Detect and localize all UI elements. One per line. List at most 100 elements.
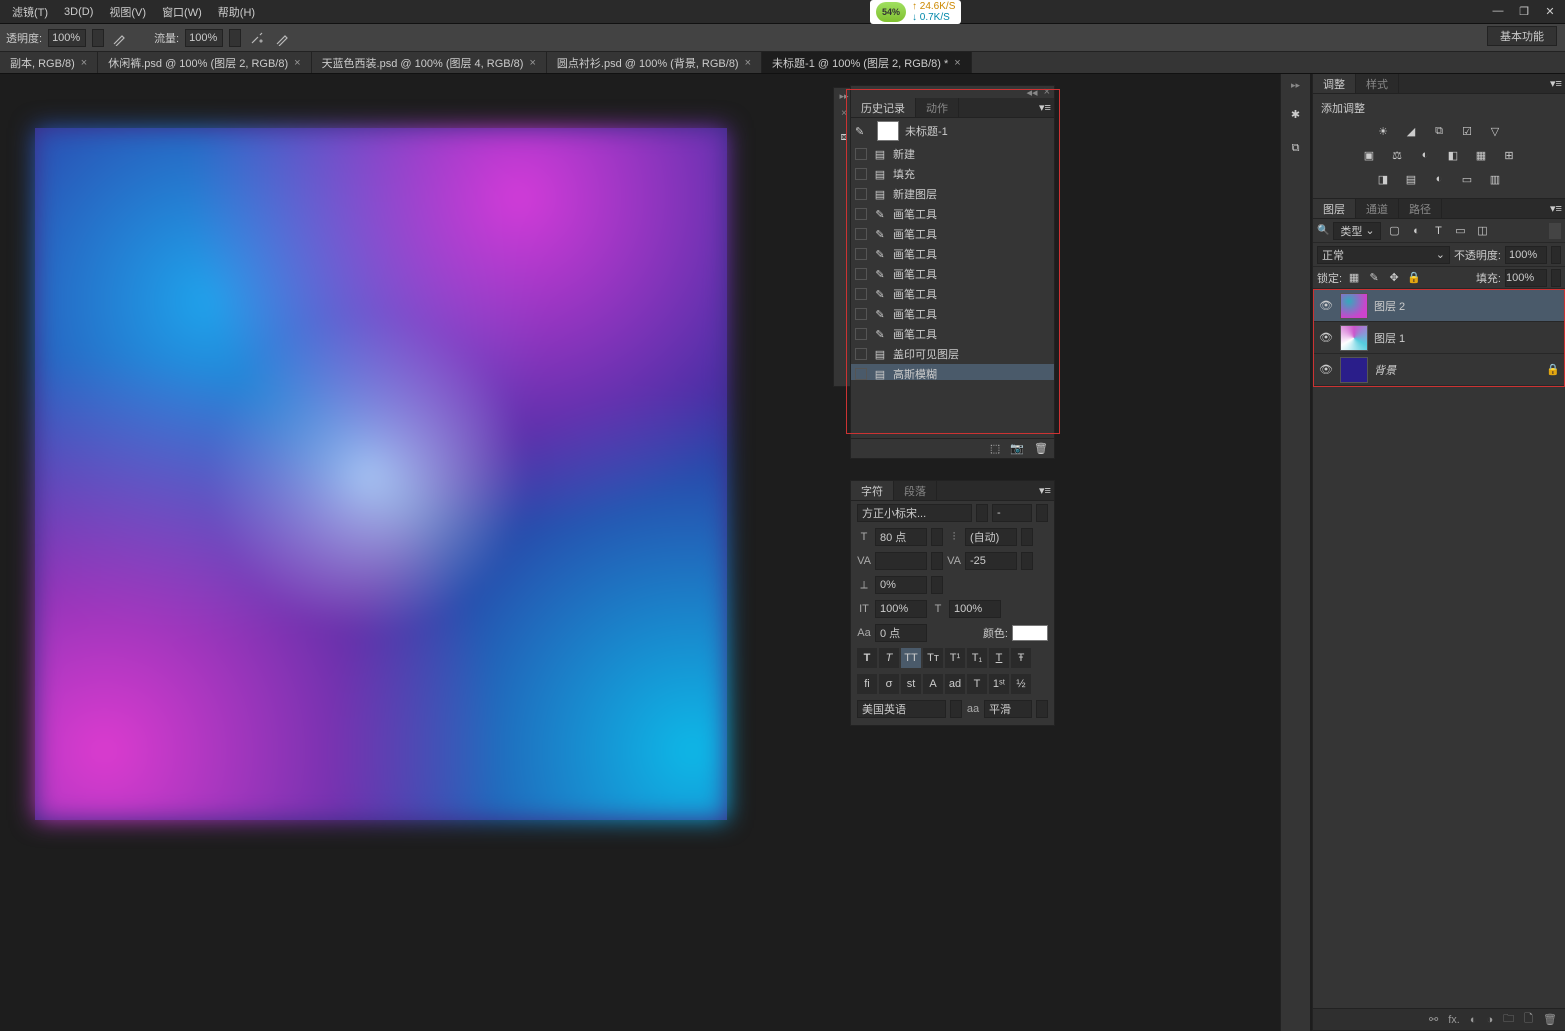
maximize-button[interactable]: ❐ xyxy=(1513,2,1535,20)
doc-tab-4[interactable]: 未标题-1 @ 100% (图层 2, RGB/8) *× xyxy=(762,52,972,73)
allcaps-button[interactable]: TT xyxy=(901,648,921,668)
underline-button[interactable]: T xyxy=(989,648,1009,668)
new-snapshot-icon[interactable]: ⬚ xyxy=(990,442,1000,455)
visibility-icon[interactable]: 👁 xyxy=(1318,363,1334,376)
filter-shape-icon[interactable]: ▭ xyxy=(1451,222,1469,240)
close-button[interactable]: ✕ xyxy=(1539,2,1561,20)
create-document-icon[interactable]: 📷 xyxy=(1010,442,1024,455)
balance-icon[interactable]: ⚖ xyxy=(1388,146,1406,164)
filter-smart-icon[interactable]: ◫ xyxy=(1473,222,1491,240)
opacity-input[interactable] xyxy=(48,29,86,47)
fill-input[interactable] xyxy=(1505,269,1547,287)
airbrush-icon[interactable] xyxy=(247,28,267,48)
tab-history[interactable]: 历史记录 xyxy=(851,98,916,117)
panel-menu-icon[interactable]: ▾≡ xyxy=(1547,74,1565,93)
doc-tab-1[interactable]: 休闲裤.psd @ 100% (图层 2, RGB/8)× xyxy=(98,52,311,73)
history-item[interactable]: ▤填充 xyxy=(851,164,1054,184)
layer-name[interactable]: 背景 xyxy=(1374,362,1396,378)
history-checkbox[interactable] xyxy=(855,168,867,180)
panel-menu-icon[interactable]: ▾≡ xyxy=(1547,199,1565,218)
history-checkbox[interactable] xyxy=(855,148,867,160)
half-button[interactable]: ½ xyxy=(1011,674,1031,694)
delete-state-icon[interactable]: 🗑 xyxy=(1034,442,1048,455)
history-item[interactable]: ▤盖印可见图层 xyxy=(851,344,1054,364)
link-layers-icon[interactable]: ⚯ xyxy=(1429,1013,1438,1026)
history-document-row[interactable]: ✎ 未标题-1 xyxy=(851,118,1054,144)
baseline-input[interactable] xyxy=(875,624,927,642)
subscript-button[interactable]: T₁ xyxy=(967,648,987,668)
smallcaps-button[interactable]: Tᴛ xyxy=(923,648,943,668)
history-item[interactable]: ▤高斯模糊 xyxy=(851,364,1054,380)
strikethrough-button[interactable]: Ŧ xyxy=(1011,648,1031,668)
bold-button[interactable]: T xyxy=(857,648,877,668)
close-icon[interactable]: × xyxy=(294,57,300,69)
tab-layers[interactable]: 图层 xyxy=(1313,199,1356,218)
history-item[interactable]: ✎画笔工具 xyxy=(851,284,1054,304)
close-icon[interactable]: × xyxy=(841,108,847,119)
mixer-icon[interactable]: ▦ xyxy=(1472,146,1490,164)
history-item[interactable]: ✎画笔工具 xyxy=(851,324,1054,344)
leading-input[interactable] xyxy=(965,528,1017,546)
ordinals-button[interactable]: T xyxy=(967,674,987,694)
close-icon[interactable]: × xyxy=(81,57,87,69)
collapse-icon[interactable]: ▸▸ xyxy=(839,91,848,102)
selective-icon[interactable]: ▥ xyxy=(1486,170,1504,188)
layer-opacity-input[interactable] xyxy=(1505,246,1547,264)
hue-icon[interactable]: ▣ xyxy=(1360,146,1378,164)
curves-icon[interactable]: ⧉ xyxy=(1430,122,1448,140)
vscale-input[interactable] xyxy=(875,600,927,618)
lookup-icon[interactable]: ⊞ xyxy=(1500,146,1518,164)
history-checkbox[interactable] xyxy=(855,368,867,380)
layer-row[interactable]: 👁 图层 2 xyxy=(1314,290,1564,322)
workspace-switcher[interactable]: 基本功能 xyxy=(1487,26,1557,46)
document-canvas[interactable] xyxy=(35,128,727,820)
tab-paths[interactable]: 路径 xyxy=(1399,199,1442,218)
close-icon[interactable]: × xyxy=(954,57,960,69)
invert-icon[interactable]: ◨ xyxy=(1374,170,1392,188)
visibility-icon[interactable]: 👁 xyxy=(1318,299,1334,312)
history-item[interactable]: ✎画笔工具 xyxy=(851,204,1054,224)
lock-position-icon[interactable]: ✥ xyxy=(1386,270,1402,286)
canvas-area[interactable] xyxy=(0,74,1310,1031)
lock-all-icon[interactable]: 🔒 xyxy=(1406,270,1422,286)
tab-styles[interactable]: 样式 xyxy=(1356,74,1399,93)
layer-name[interactable]: 图层 2 xyxy=(1374,298,1405,314)
flow-input[interactable] xyxy=(185,29,223,47)
fractions-button[interactable]: 1ˢᵗ xyxy=(989,674,1009,694)
hscale-input[interactable] xyxy=(949,600,1001,618)
history-checkbox[interactable] xyxy=(855,268,867,280)
sigma-button[interactable]: σ xyxy=(879,674,899,694)
filter-kind-select[interactable]: 类型 ⌄ xyxy=(1333,222,1381,240)
swash-button[interactable]: A xyxy=(923,674,943,694)
close-icon[interactable]: × xyxy=(529,57,535,69)
close-icon[interactable]: × xyxy=(745,57,751,69)
font-family-select[interactable]: 方正小标宋... xyxy=(857,504,972,522)
history-item[interactable]: ▤新建 xyxy=(851,144,1054,164)
menu-help[interactable]: 帮助(H) xyxy=(210,1,263,23)
close-icon[interactable]: × xyxy=(1044,86,1050,98)
pressure-size-icon[interactable] xyxy=(273,28,293,48)
pressure-opacity-icon[interactable] xyxy=(110,28,130,48)
minimize-button[interactable]: — xyxy=(1487,2,1509,20)
tab-actions[interactable]: 动作 xyxy=(916,98,959,117)
history-item[interactable]: ✎画笔工具 xyxy=(851,264,1054,284)
st-button[interactable]: st xyxy=(901,674,921,694)
layer-row[interactable]: 👁 背景 🔒 xyxy=(1314,354,1564,386)
history-checkbox[interactable] xyxy=(855,188,867,200)
exposure-icon[interactable]: ☑ xyxy=(1458,122,1476,140)
menu-view[interactable]: 视图(V) xyxy=(101,1,154,23)
menu-filter[interactable]: 滤镜(T) xyxy=(4,1,56,23)
tab-adjustments[interactable]: 调整 xyxy=(1313,74,1356,93)
menu-window[interactable]: 窗口(W) xyxy=(154,1,210,23)
new-adjustment-icon[interactable]: ◑ xyxy=(1487,1014,1494,1026)
panel-menu-icon[interactable]: ▾≡ xyxy=(1036,481,1054,500)
layer-row[interactable]: 👁 图层 1 xyxy=(1314,322,1564,354)
history-checkbox[interactable] xyxy=(855,348,867,360)
history-checkbox[interactable] xyxy=(855,328,867,340)
language-select[interactable]: 美国英语 xyxy=(857,700,946,718)
gradient-icon[interactable]: ▭ xyxy=(1458,170,1476,188)
poster-icon[interactable]: ▤ xyxy=(1402,170,1420,188)
layer-name[interactable]: 图层 1 xyxy=(1374,330,1405,346)
layer-fx-icon[interactable]: fx. xyxy=(1448,1014,1460,1026)
dropdown-icon[interactable] xyxy=(976,504,988,522)
